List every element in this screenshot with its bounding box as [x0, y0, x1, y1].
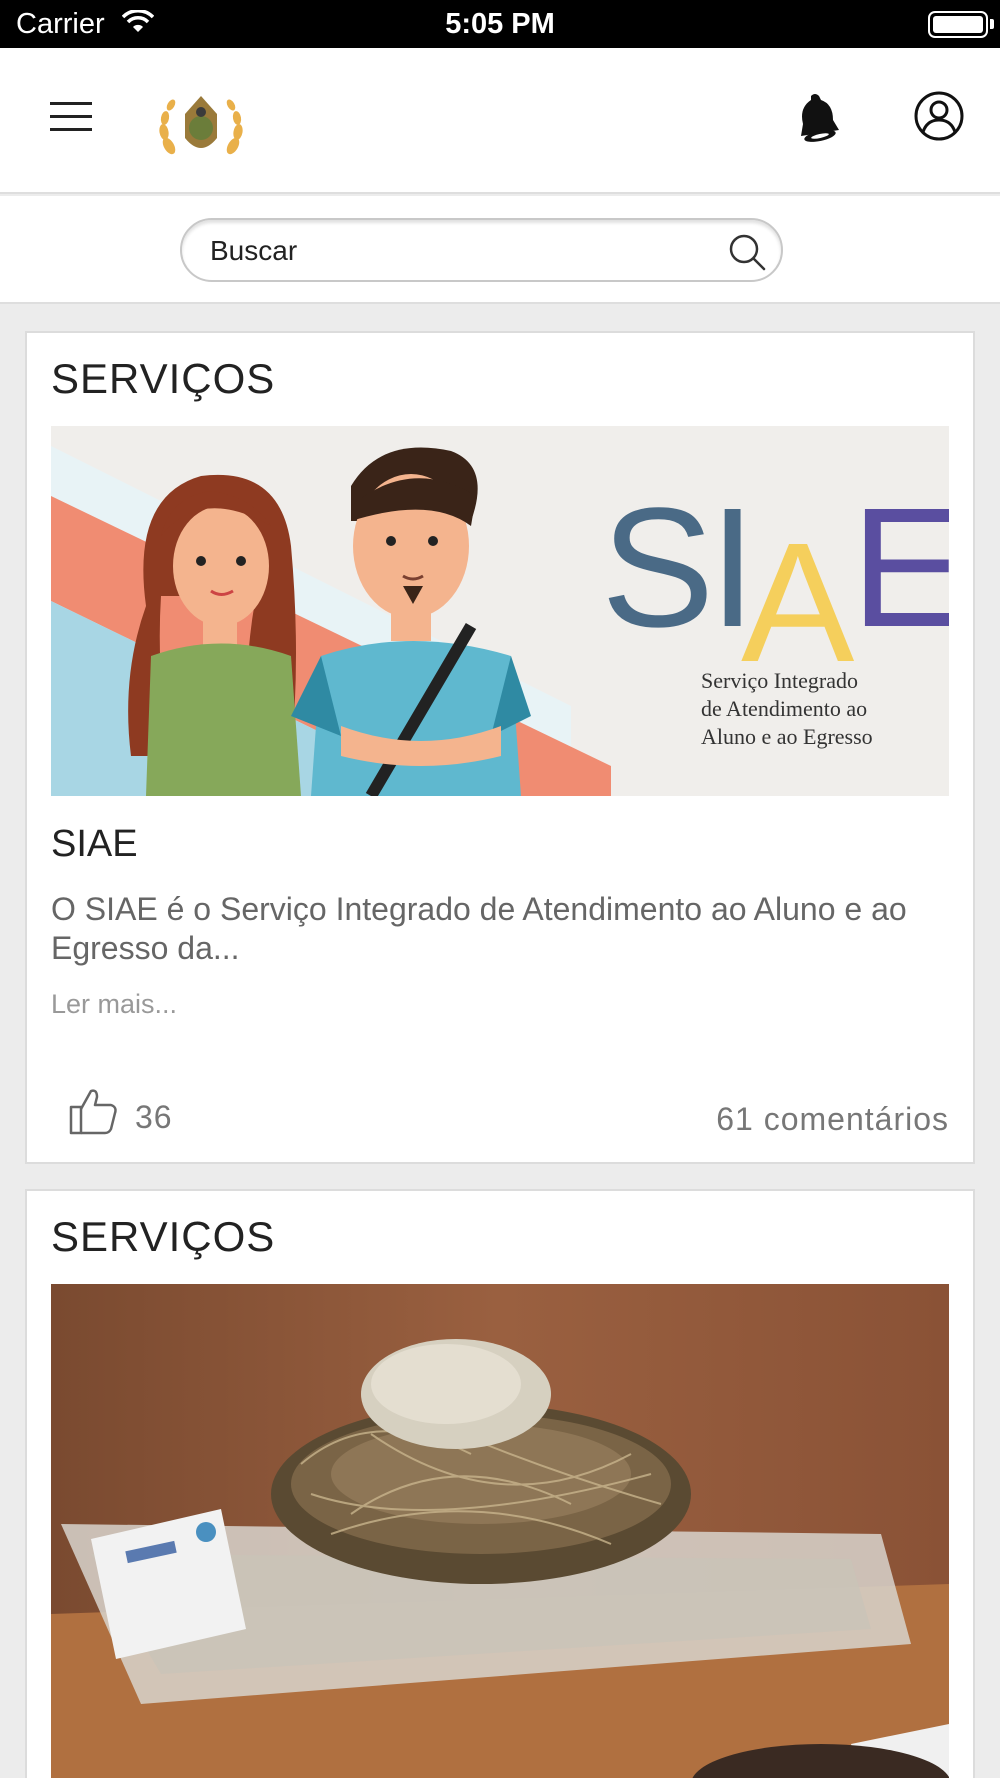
siae-logo-e: E: [851, 473, 949, 663]
battery-icon: [928, 11, 988, 38]
search-field[interactable]: [180, 218, 783, 282]
post-card[interactable]: SERVIÇOS: [25, 331, 975, 1164]
search-bar-container: [0, 196, 1000, 304]
comments-link[interactable]: 61 comentários: [716, 1101, 949, 1138]
university-logo[interactable]: [155, 88, 247, 168]
search-icon[interactable]: [727, 232, 767, 272]
hamburger-menu-icon[interactable]: [50, 102, 92, 132]
battery-tip: [990, 19, 994, 29]
siae-tagline-2: de Atendimento ao: [701, 696, 867, 721]
post-title[interactable]: SIAE: [51, 823, 138, 866]
search-input[interactable]: [210, 232, 690, 270]
post-excerpt: O SIAE é o Serviço Integrado de Atendime…: [51, 891, 907, 966]
read-more-link[interactable]: Ler mais...: [51, 989, 177, 1020]
post-image[interactable]: S I A E Serviço Integrado de Atendimento…: [51, 426, 949, 796]
thumbs-up-icon[interactable]: [67, 1085, 119, 1137]
post-image[interactable]: [51, 1284, 949, 1778]
status-bar: Carrier 5:05 PM: [0, 0, 1000, 48]
siae-tagline-3: Aluno e ao Egresso: [701, 724, 873, 749]
post-category: SERVIÇOS: [51, 355, 276, 402]
post-card[interactable]: SERVIÇOS: [25, 1189, 975, 1778]
clock: 5:05 PM: [445, 8, 555, 40]
siae-tagline-1: Serviço Integrado: [701, 668, 858, 693]
user-profile-icon[interactable]: [913, 90, 965, 142]
app-header: [0, 48, 1000, 194]
bell-icon[interactable]: [793, 92, 841, 144]
like-count: 36: [135, 1099, 173, 1135]
post-category: SERVIÇOS: [51, 1213, 276, 1260]
siae-logo-s: S: [601, 473, 714, 663]
